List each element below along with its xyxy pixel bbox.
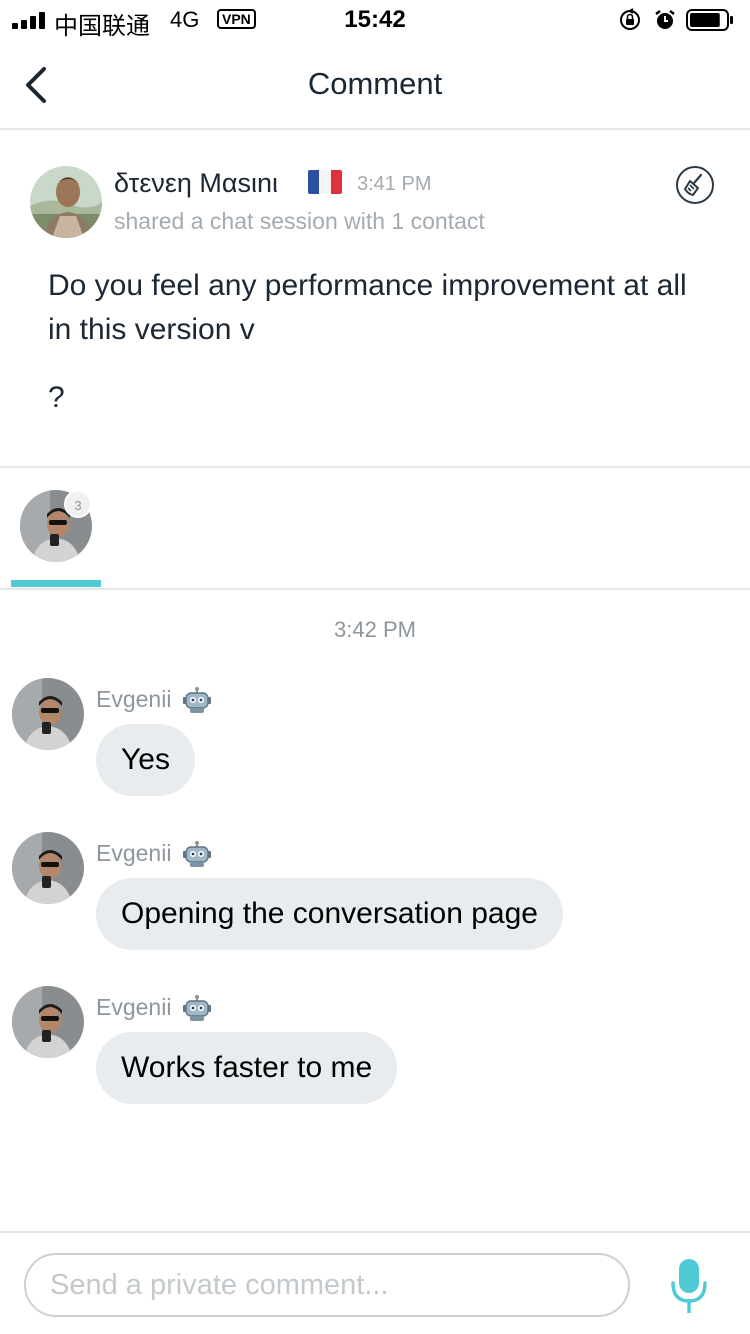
sender-avatar[interactable] [12, 986, 84, 1058]
message-bubble[interactable]: Yes [96, 724, 195, 796]
author-name: δτενεη Μαsιnι [114, 168, 279, 198]
status-bar: 中国联通 4G VPN 15:42 [0, 0, 750, 40]
clean-button[interactable] [676, 166, 714, 204]
chat-timestamp: 3:42 PM [334, 617, 416, 642]
flag-france-icon [308, 170, 342, 194]
broom-icon [684, 173, 703, 196]
robot-icon [183, 995, 211, 1021]
rotation-lock-icon [620, 8, 640, 30]
post-action: shared a chat session with 1 contact [114, 208, 485, 234]
post-time: 3:41 PM [357, 173, 432, 195]
battery-icon [686, 8, 734, 32]
sender-name: Evgenii [96, 840, 172, 866]
alarm-icon [655, 10, 675, 29]
microphone-icon [671, 1259, 707, 1313]
post-body-tail: ? [48, 381, 65, 414]
sender-name: Evgenii [96, 686, 172, 712]
post-card: δτενεη Μαsιnι 3:41 PM shared a chat sess… [0, 132, 750, 466]
robot-icon [183, 687, 211, 713]
message-bubble[interactable]: Works faster to me [96, 1032, 398, 1104]
sender-avatar[interactable] [12, 678, 84, 750]
microphone-button[interactable] [668, 1257, 710, 1317]
private-comment-input[interactable] [24, 1253, 630, 1317]
participants-strip: 3 [0, 466, 750, 590]
page-title: Comment [307, 66, 443, 101]
participant-count-badge: 3 [64, 490, 92, 518]
comment-composer [0, 1231, 750, 1334]
sender-name: Evgenii [96, 994, 172, 1020]
post-body: Do you feel any performance improvement … [48, 269, 687, 346]
sender-avatar[interactable] [12, 832, 84, 904]
author-avatar[interactable] [30, 166, 102, 238]
participant-selected-indicator [11, 580, 101, 587]
robot-icon [183, 841, 211, 867]
navigation-bar: Comment [0, 40, 750, 130]
message-bubble[interactable]: Opening the conversation page [96, 878, 563, 950]
